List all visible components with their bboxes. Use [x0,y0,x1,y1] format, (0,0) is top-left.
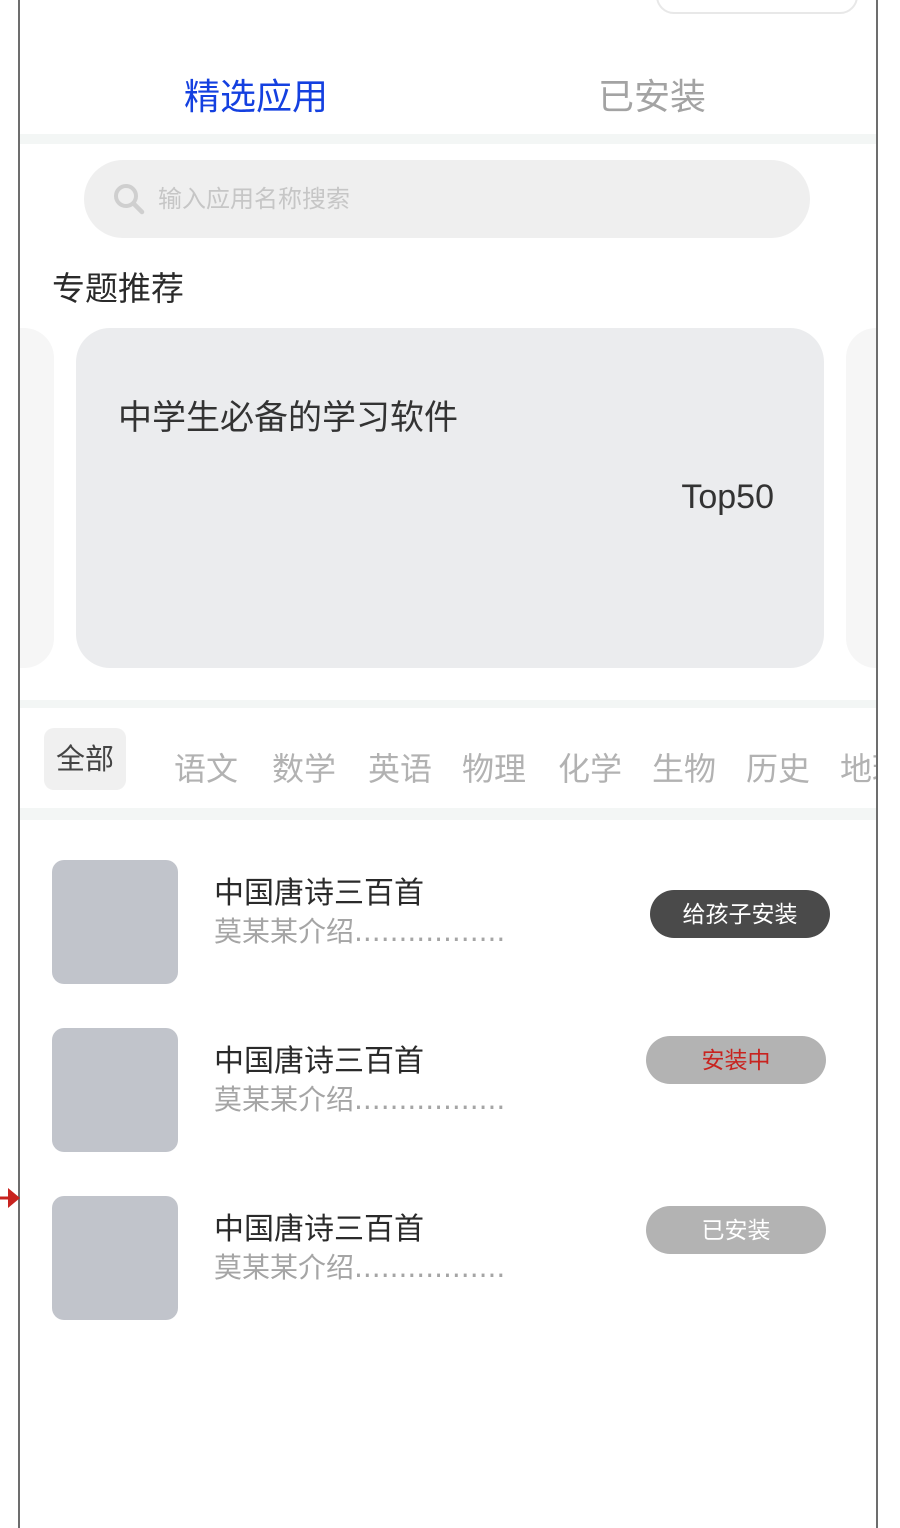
featured-card-title: 中学生必备的学习软件 [118,398,458,438]
app-list-item[interactable]: 中国唐诗三百首 莫某某介绍................. 给孩子安装 [20,860,876,986]
installing-status-button[interactable]: 安装中 [646,1036,826,1084]
app-icon-placeholder [52,1028,178,1152]
divider [20,808,876,820]
app-description: 莫某某介绍................. [214,1083,506,1116]
category-chemistry[interactable]: 化学 [558,744,622,790]
app-description: 莫某某介绍................. [214,1251,506,1284]
app-icon-placeholder [52,1196,178,1320]
section-title-featured: 专题推荐 [52,269,184,308]
app-name: 中国唐诗三百首 [214,876,424,911]
install-for-child-button[interactable]: 给孩子安装 [650,890,830,938]
category-biology[interactable]: 生物 [652,744,716,790]
app-list-item[interactable]: 中国唐诗三百首 莫某某介绍................. 已安装 [20,1196,876,1322]
category-history[interactable]: 历史 [746,744,810,790]
category-english[interactable]: 英语 [368,744,432,790]
tab-installed[interactable]: 已安装 [598,68,706,120]
carousel-card-next[interactable] [846,328,876,668]
app-icon-placeholder [52,860,178,984]
phone-frame: 精选应用 已安装 专题推荐 中学生必备的学习软件 Top50 全部 语文 数学 … [18,0,878,1528]
installed-status-button[interactable]: 已安装 [646,1206,826,1254]
divider [20,700,876,708]
search-input[interactable] [158,185,718,213]
app-description: 莫某某介绍................. [214,915,506,948]
top-pill-button[interactable] [656,0,858,14]
category-all[interactable]: 全部 [44,728,126,790]
tab-featured-apps[interactable]: 精选应用 [184,68,328,120]
category-geography[interactable]: 地理 [840,744,876,790]
search-icon [114,184,145,215]
tab-bar: 精选应用 已安装 [20,58,876,134]
category-filter-bar: 全部 语文 数学 英语 物理 化学 生物 历史 地理 [20,710,876,806]
search-bar[interactable] [84,160,810,238]
annotation-arrow-icon [0,1188,20,1208]
featured-card-badge: Top50 [681,478,774,516]
category-chinese[interactable]: 语文 [174,744,238,790]
app-list-item[interactable]: 中国唐诗三百首 莫某某介绍................. 安装中 [20,1028,876,1154]
app-name: 中国唐诗三百首 [214,1044,424,1079]
app-name: 中国唐诗三百首 [214,1212,424,1247]
featured-topic-card[interactable]: 中学生必备的学习软件 Top50 [76,328,824,668]
category-math[interactable]: 数学 [272,744,336,790]
divider [20,134,876,144]
category-physics[interactable]: 物理 [462,744,526,790]
carousel-card-previous[interactable] [20,328,54,668]
